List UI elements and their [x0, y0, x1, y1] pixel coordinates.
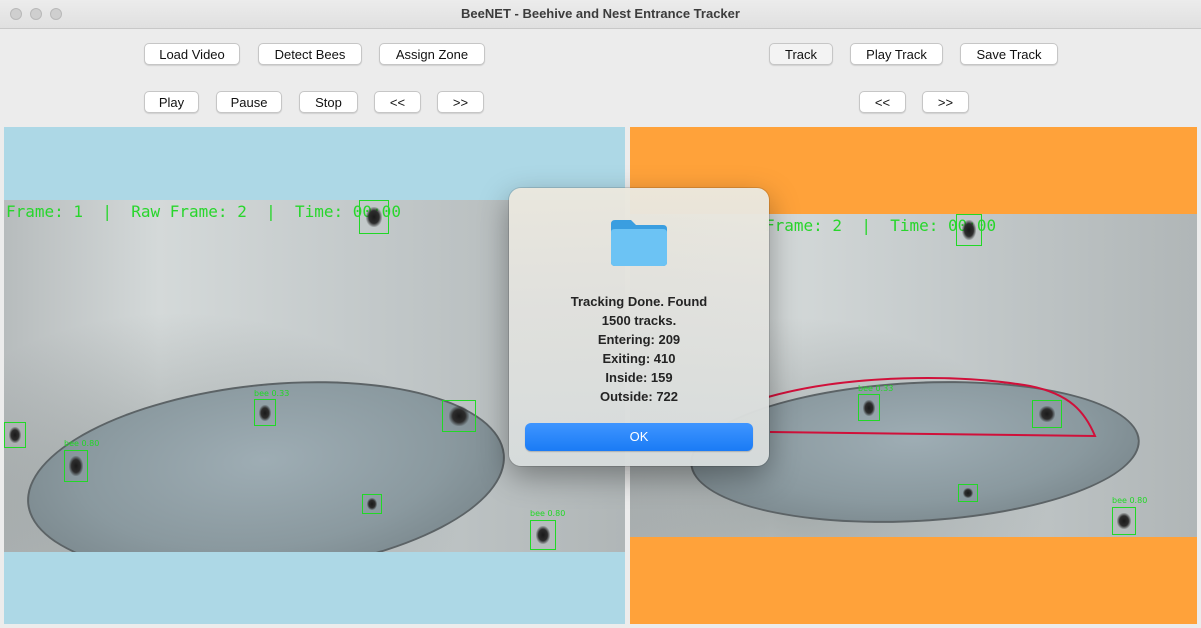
bee-detection-box: [4, 422, 26, 448]
track-forward-button[interactable]: >>: [922, 91, 969, 113]
bee-detection-box: [1032, 400, 1062, 428]
bee-detection-box: [359, 200, 389, 234]
bee-detection-box: [956, 214, 982, 246]
dialog-message-line: 1500 tracks.: [601, 313, 677, 328]
bee-detection-box: [64, 450, 88, 482]
window-title: BeeNET - Beehive and Nest Entrance Track…: [461, 6, 740, 21]
window-titlebar: BeeNET - Beehive and Nest Entrance Track…: [0, 0, 1201, 29]
bee-detection-label: bee 0.80: [530, 509, 566, 518]
play-button[interactable]: Play: [144, 91, 199, 113]
assign-zone-button[interactable]: Assign Zone: [379, 43, 485, 65]
rewind-button[interactable]: <<: [374, 91, 421, 113]
bee-detection-box: [254, 399, 276, 426]
tracking-done-dialog: Tracking Done. Found 1500 tracks. Enteri…: [509, 188, 769, 466]
dialog-message-line: Inside: 159: [605, 370, 673, 385]
bee-detection-box: [530, 520, 556, 550]
play-track-button[interactable]: Play Track: [850, 43, 943, 65]
dialog-message-line: Tracking Done. Found: [570, 294, 708, 309]
save-track-button[interactable]: Save Track: [960, 43, 1058, 65]
bee-detection-label: bee 0.80: [1112, 496, 1148, 505]
track-button[interactable]: Track: [769, 43, 833, 65]
bee-detection-box: [1112, 507, 1136, 535]
bee-detection-box: [858, 394, 880, 421]
dialog-message-line: Entering: 209: [597, 332, 681, 347]
dialog-message-line: Outside: 722: [599, 389, 679, 404]
forward-button[interactable]: >>: [437, 91, 484, 113]
ok-button[interactable]: OK: [525, 423, 753, 451]
bee-detection-label: bee 0.33: [858, 384, 894, 393]
track-rewind-button[interactable]: <<: [859, 91, 906, 113]
bee-detection-box: [362, 494, 382, 514]
bee-detection-label: bee 0.33: [254, 389, 290, 398]
left-frame-overlay: Frame: 1 | Raw Frame: 2 | Time: 00:00: [6, 202, 401, 221]
stop-button[interactable]: Stop: [299, 91, 358, 113]
folder-icon: [611, 220, 667, 266]
load-video-button[interactable]: Load Video: [144, 43, 240, 65]
bee-detection-box: [958, 484, 978, 502]
detect-bees-button[interactable]: Detect Bees: [258, 43, 362, 65]
dialog-message-line: Exiting: 410: [602, 351, 676, 366]
bee-detection-label: bee 0.80: [64, 439, 100, 448]
bee-detection-box: [442, 400, 476, 432]
pause-button[interactable]: Pause: [216, 91, 282, 113]
